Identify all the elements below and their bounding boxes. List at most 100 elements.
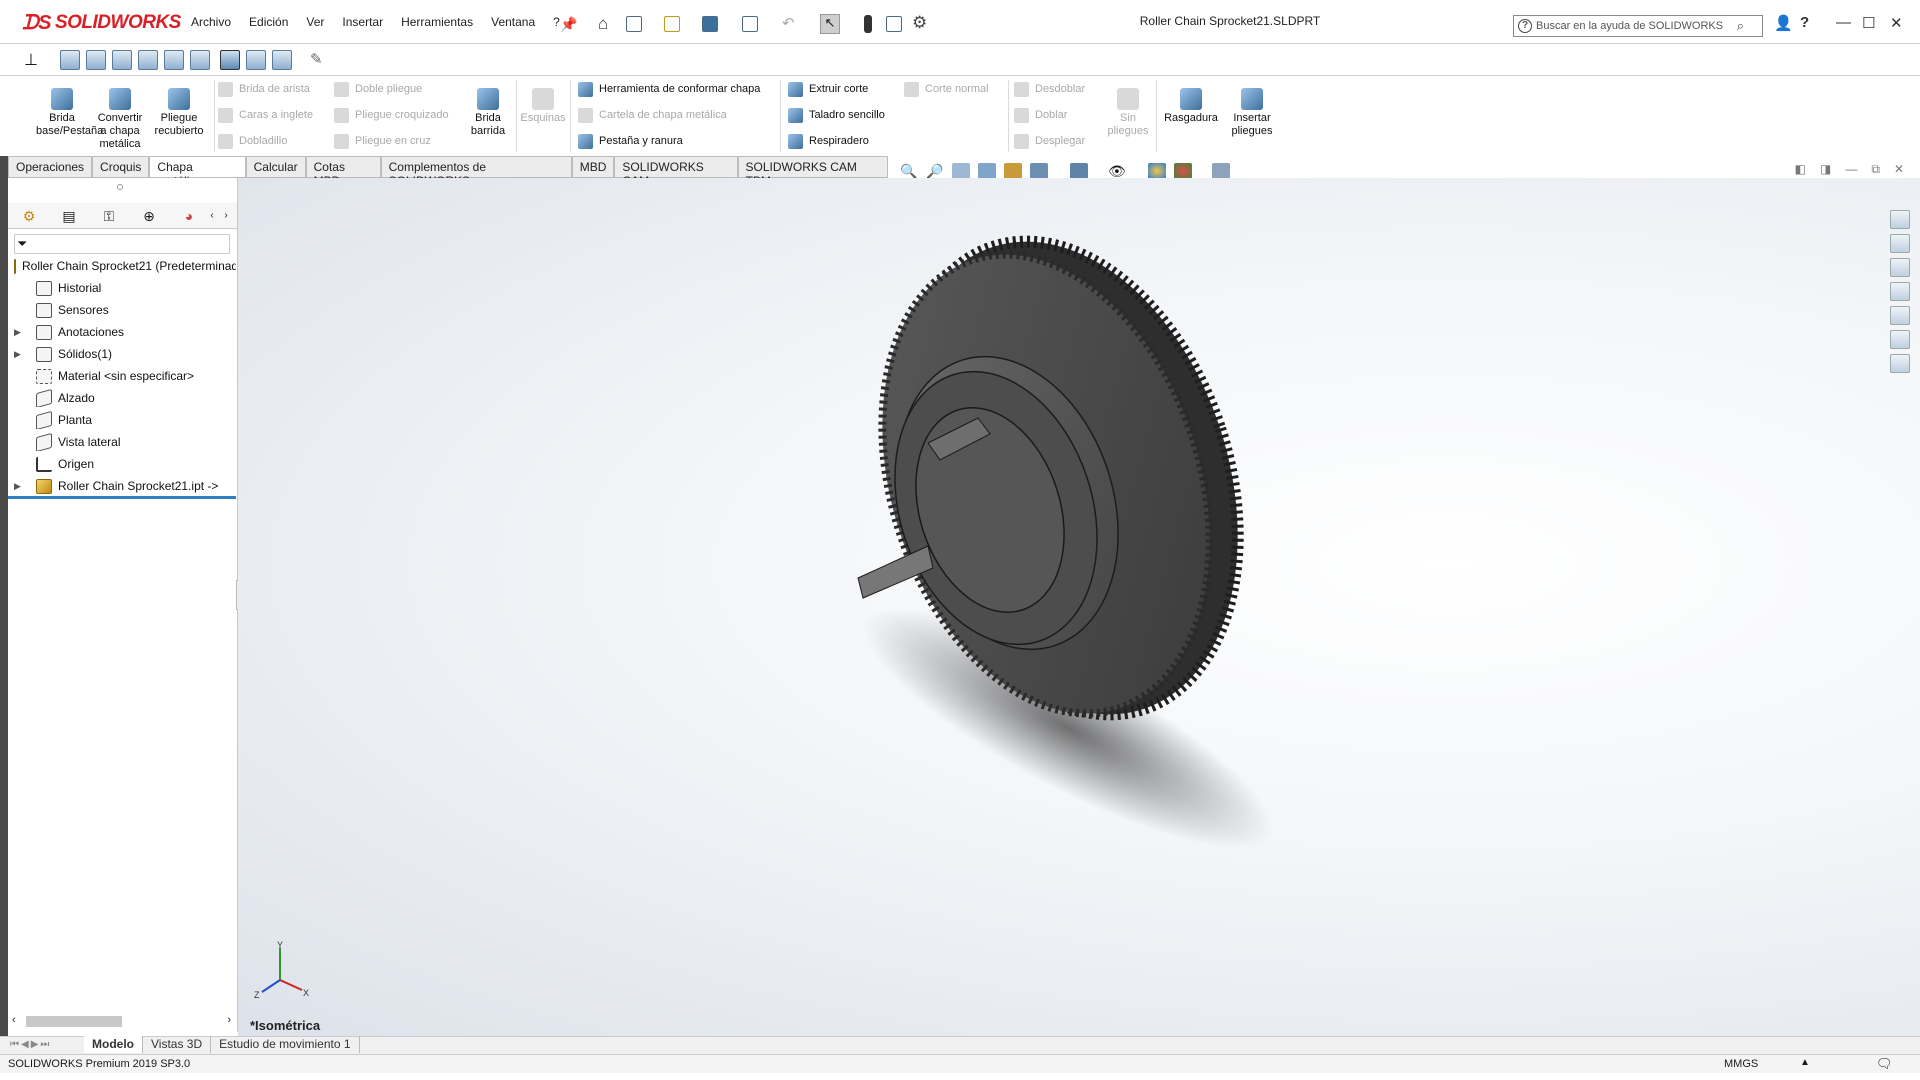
- tab-solidworks-cam[interactable]: SOLIDWORKS CAM: [614, 156, 738, 188]
- print-icon[interactable]: [742, 16, 758, 32]
- configuration-manager-tab-icon[interactable]: ⚿: [98, 207, 120, 225]
- view-dimetric-icon[interactable]: [272, 50, 292, 70]
- maximize-icon[interactable]: ☐: [1862, 14, 1875, 32]
- rollback-bar[interactable]: [8, 496, 236, 499]
- viewport-close-icon[interactable]: ✕: [1894, 162, 1904, 177]
- chevron-left-icon[interactable]: ‹: [206, 207, 218, 225]
- file-properties-icon[interactable]: [886, 16, 902, 32]
- dobladillo-button[interactable]: Dobladillo: [218, 132, 287, 150]
- minimize-icon[interactable]: —: [1836, 14, 1851, 31]
- tab-estudio-movimiento[interactable]: Estudio de movimiento 1: [211, 1036, 360, 1053]
- traffic-light-icon[interactable]: [864, 15, 872, 33]
- convertir-chapa-button[interactable]: Convertir a chapa metálica: [94, 88, 146, 151]
- graphics-area[interactable]: [238, 178, 1920, 1036]
- pliegue-recubierto-button[interactable]: Pliegue recubierto: [152, 88, 206, 138]
- apply-scene-icon[interactable]: [1174, 163, 1192, 179]
- undo-icon[interactable]: ↶: [782, 14, 795, 32]
- comments-icon[interactable]: 🗨: [1876, 1056, 1893, 1072]
- tab-modelo[interactable]: Modelo: [84, 1036, 143, 1053]
- tab-scroll-arrows-icon[interactable]: ⏮◀▶⏭: [10, 1039, 51, 1050]
- doble-pliegue-button[interactable]: Doble pliegue: [334, 80, 422, 98]
- display-manager-tab-icon[interactable]: ◕: [178, 207, 200, 225]
- previous-view-icon[interactable]: [952, 163, 970, 179]
- view-front-icon[interactable]: [60, 50, 80, 70]
- zoom-area-icon[interactable]: 🔎: [926, 163, 944, 179]
- cartela-chapa-button[interactable]: Cartela de chapa metálica: [578, 106, 727, 124]
- zoom-to-fit-icon[interactable]: 🔍: [900, 163, 918, 179]
- brida-arista-button[interactable]: Brida de arista: [218, 80, 310, 98]
- view-isometric-icon[interactable]: [220, 50, 240, 70]
- menu-archivo[interactable]: Archivo: [182, 15, 240, 29]
- edit-appearance-icon[interactable]: [1148, 163, 1166, 179]
- custom-properties-icon[interactable]: [1890, 330, 1910, 349]
- view-top-icon[interactable]: [164, 50, 184, 70]
- rasgadura-button[interactable]: Rasgadura: [1160, 88, 1222, 125]
- help-icon[interactable]: ?: [1800, 14, 1809, 31]
- menu-ventana[interactable]: Ventana: [482, 15, 544, 29]
- new-document-icon[interactable]: [626, 16, 642, 32]
- sin-pliegues-button[interactable]: Sin pliegues: [1104, 88, 1152, 138]
- dimxpert-tab-icon[interactable]: ⊕: [138, 207, 160, 225]
- caras-inglete-button[interactable]: Caras a inglete: [218, 106, 313, 124]
- view-bottom-icon[interactable]: [190, 50, 210, 70]
- hide-show-items-icon[interactable]: 👁: [1108, 163, 1126, 179]
- view-back-icon[interactable]: [86, 50, 106, 70]
- gear-icon[interactable]: ⚙: [912, 13, 927, 33]
- taladro-sencillo-button[interactable]: Taladro sencillo: [788, 106, 885, 124]
- tree-item-base-part[interactable]: ▶ Roller Chain Sprocket21.ipt ->: [14, 477, 218, 495]
- pliegue-cruz-button[interactable]: Pliegue en cruz: [334, 132, 431, 150]
- sprocket-model[interactable]: [238, 178, 1920, 1036]
- search-icon[interactable]: ⌕: [1737, 18, 1744, 34]
- view-orientation-icon[interactable]: [1030, 163, 1048, 179]
- brida-barrida-button[interactable]: Brida barrida: [462, 88, 514, 138]
- forum-icon[interactable]: [1890, 354, 1910, 373]
- solidworks-resources-icon[interactable]: [1890, 210, 1910, 229]
- section-view-icon[interactable]: [978, 163, 996, 179]
- close-icon[interactable]: ✕: [1890, 14, 1903, 32]
- home-icon[interactable]: ⌂: [598, 14, 608, 34]
- tab-calcular[interactable]: Calcular: [245, 156, 306, 177]
- tab-mbd[interactable]: MBD: [571, 156, 615, 177]
- brida-base-button[interactable]: Brida base/Pestaña: [36, 88, 103, 138]
- unit-dropdown-icon[interactable]: ▲: [1800, 1057, 1810, 1068]
- solidworks-logo[interactable]: ᗪS SOLIDWORKS: [22, 10, 181, 36]
- corte-normal-button[interactable]: Corte normal: [904, 80, 989, 98]
- open-icon[interactable]: [664, 16, 680, 32]
- appearances-icon[interactable]: [1890, 306, 1910, 325]
- unit-system[interactable]: MMGS: [1724, 1058, 1758, 1070]
- select-arrow-icon[interactable]: ↖: [820, 14, 840, 34]
- menu-edicion[interactable]: Edición: [240, 15, 297, 29]
- tree-item-solidos[interactable]: ▶ Sólidos(1): [14, 345, 112, 363]
- view-left-icon[interactable]: [112, 50, 132, 70]
- feature-manager-tab-icon[interactable]: ⚙: [18, 207, 40, 225]
- desplegar-button[interactable]: Desplegar: [1014, 132, 1085, 150]
- respiradero-button[interactable]: Respiradero: [788, 132, 869, 150]
- view-trimetric-icon[interactable]: [246, 50, 266, 70]
- tab-cotas-mbd[interactable]: Cotas MBD: [305, 156, 381, 188]
- user-icon[interactable]: 👤: [1774, 14, 1793, 32]
- help-search-input[interactable]: ? Buscar en la ayuda de SOLIDWORKS ⌕: [1513, 15, 1763, 37]
- panel-splitter-handle[interactable]: [117, 184, 123, 190]
- design-library-icon[interactable]: [1890, 234, 1910, 253]
- tab-operaciones[interactable]: Operaciones: [8, 156, 93, 177]
- view-palette-icon[interactable]: [1890, 282, 1910, 301]
- scroll-right-icon[interactable]: ›: [227, 1014, 231, 1026]
- view-settings-icon[interactable]: [1212, 163, 1230, 179]
- doblar-button[interactable]: Doblar: [1014, 106, 1067, 124]
- tree-root[interactable]: Roller Chain Sprocket21 (Predeterminado: [14, 257, 236, 275]
- viewport-restore-icon[interactable]: ⧉: [1871, 162, 1880, 177]
- tree-item-historial[interactable]: Historial: [14, 279, 101, 297]
- menu-herramientas[interactable]: Herramientas: [392, 15, 482, 29]
- normal-to-icon[interactable]: ⊥: [24, 50, 44, 70]
- tab-vistas-3d[interactable]: Vistas 3D: [143, 1036, 212, 1053]
- viewport-minimize-icon[interactable]: —: [1845, 162, 1857, 177]
- tree-item-alzado[interactable]: Alzado: [14, 389, 95, 407]
- display-style-icon[interactable]: [1070, 163, 1088, 179]
- save-icon[interactable]: [702, 16, 718, 32]
- pestana-ranura-button[interactable]: Pestaña y ranura: [578, 132, 683, 150]
- sketch-tool-icon[interactable]: ✎: [310, 50, 330, 70]
- previous-view-pane-icon[interactable]: ◧: [1795, 162, 1806, 177]
- chevron-right-icon[interactable]: ›: [220, 207, 232, 225]
- esquinas-button[interactable]: Esquinas: [518, 88, 568, 125]
- dynamic-annotation-icon[interactable]: [1004, 163, 1022, 179]
